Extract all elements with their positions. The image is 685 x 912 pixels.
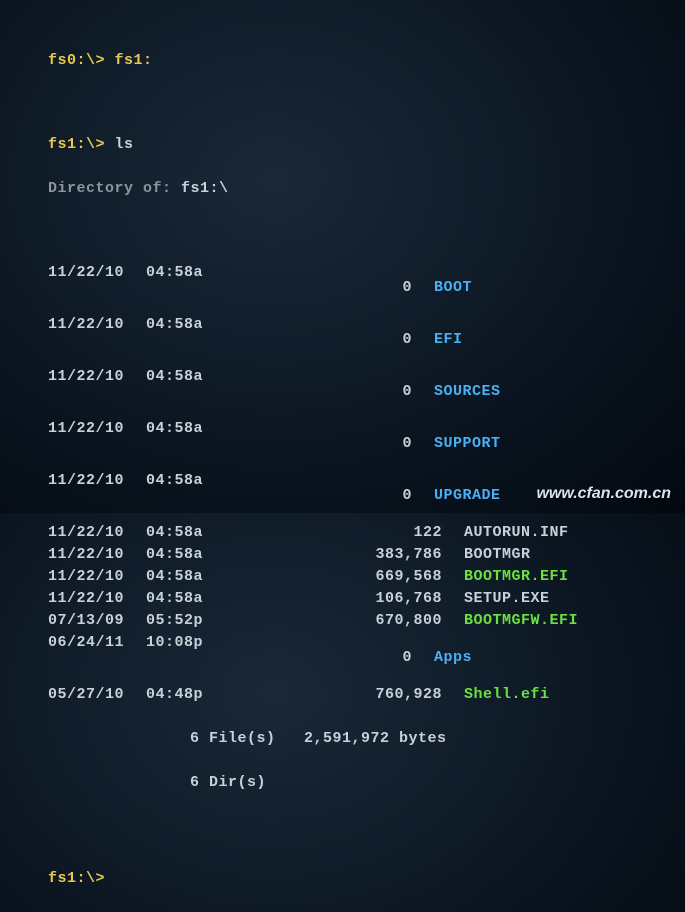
entry-time: 05:52p xyxy=(146,610,238,632)
entry-date: 11/22/10 xyxy=(48,544,146,566)
entry-size: 0 xyxy=(278,329,412,351)
list-item: 11/22/1004:58a0EFI xyxy=(48,314,685,366)
entry-time: 04:58a xyxy=(146,566,238,588)
list-item: 07/13/0905:52p 670,800 BOOTMGFW.EFI xyxy=(48,610,685,632)
entry-name: SETUP.EXE xyxy=(464,588,550,610)
entry-name: BOOTMGR xyxy=(464,544,531,566)
list-item: 11/22/1004:58a 669,568 BOOTMGR.EFI xyxy=(48,566,685,588)
entry-name: Shell.efi xyxy=(464,684,550,706)
entry-type: 0SUPPORT xyxy=(238,418,308,470)
entry-type: 0BOOT xyxy=(238,262,308,314)
prompt: fs0:\> xyxy=(48,52,105,69)
entry-date: 11/22/10 xyxy=(48,418,146,470)
entry-time: 04:58a xyxy=(146,418,238,470)
entry-type xyxy=(238,522,308,544)
entry-time: 04:58a xyxy=(146,470,238,522)
cmd-line-2: fs1:\> ls xyxy=(48,134,685,156)
entry-date: 06/24/11 xyxy=(48,632,146,684)
entry-type xyxy=(238,544,308,566)
cmd-line-1: fs0:\> fs1: xyxy=(48,50,685,72)
entry-time: 04:48p xyxy=(146,684,238,706)
entry-size: 106,768 xyxy=(308,588,442,610)
current-prompt[interactable]: fs1:\> xyxy=(48,868,685,890)
entry-size: 669,568 xyxy=(308,566,442,588)
entry-size: 122 xyxy=(308,522,442,544)
entry-name: BOOTMGFW.EFI xyxy=(464,610,578,632)
entry-date: 05/27/10 xyxy=(48,684,146,706)
entry-time: 04:58a xyxy=(146,262,238,314)
entry-time: 04:58a xyxy=(146,544,238,566)
entry-time: 04:58a xyxy=(146,522,238,544)
entry-date: 11/22/10 xyxy=(48,566,146,588)
entry-date: 11/22/10 xyxy=(48,314,146,366)
entry-name: SOURCES xyxy=(434,381,501,403)
entry-size: 760,928 xyxy=(308,684,442,706)
list-item: 11/22/1004:58a0SOURCES xyxy=(48,366,685,418)
entry-type xyxy=(238,610,308,632)
entry-size: 0 xyxy=(278,433,412,455)
entry-name: UPGRADE xyxy=(434,485,501,507)
entry-time: 04:58a xyxy=(146,588,238,610)
entry-name: EFI xyxy=(434,329,463,351)
entry-type: 0UPGRADE xyxy=(238,470,308,522)
entry-size: 670,800 xyxy=(308,610,442,632)
list-item: 11/22/1004:58a 383,786 BOOTMGR xyxy=(48,544,685,566)
entry-type: 0SOURCES xyxy=(238,366,308,418)
entry-size: 383,786 xyxy=(308,544,442,566)
entry-name: BOOTMGR.EFI xyxy=(464,566,569,588)
list-item: 06/24/1110:08p0Apps xyxy=(48,632,685,684)
entry-date: 11/22/10 xyxy=(48,470,146,522)
entry-size: 0 xyxy=(278,277,412,299)
entry-name: Apps xyxy=(434,647,472,669)
efi-shell-screen: fs0:\> fs1: fs1:\> ls Directory of: fs1:… xyxy=(0,0,685,912)
entry-type xyxy=(238,566,308,588)
summary-files: 6 File(s) 2,591,972 bytes xyxy=(48,728,685,750)
entry-type: 0Apps xyxy=(238,632,308,684)
entry-date: 11/22/10 xyxy=(48,366,146,418)
entry-type xyxy=(238,588,308,610)
entry-date: 11/22/10 xyxy=(48,262,146,314)
entry-type: 0EFI xyxy=(238,314,308,366)
watermark: www.cfan.com.cn xyxy=(536,485,671,503)
entry-date: 11/22/10 xyxy=(48,522,146,544)
entry-size: 0 xyxy=(278,485,412,507)
command: fs1: xyxy=(115,52,153,69)
list-item: 11/22/1004:58a0SUPPORT xyxy=(48,418,685,470)
list-item: 11/22/1004:58a 122 AUTORUN.INF xyxy=(48,522,685,544)
entry-time: 04:58a xyxy=(146,314,238,366)
entry-type xyxy=(238,684,308,706)
entry-size: 0 xyxy=(278,647,412,669)
directory-header: Directory of: fs1:\ xyxy=(48,178,685,200)
entry-name: AUTORUN.INF xyxy=(464,522,569,544)
entry-name: SUPPORT xyxy=(434,433,501,455)
entry-time: 04:58a xyxy=(146,366,238,418)
entry-date: 11/22/10 xyxy=(48,588,146,610)
list-item: 11/22/1004:58a 106,768 SETUP.EXE xyxy=(48,588,685,610)
list-item: 11/22/1004:58a0BOOT xyxy=(48,262,685,314)
file-listing: 11/22/1004:58a0BOOT 11/22/1004:58a0EFI 1… xyxy=(48,262,685,706)
summary-dirs: 6 Dir(s) xyxy=(48,772,685,794)
entry-time: 10:08p xyxy=(146,632,238,684)
command: ls xyxy=(115,136,134,153)
entry-name: BOOT xyxy=(434,277,472,299)
list-item: 05/27/1004:48p 760,928 Shell.efi xyxy=(48,684,685,706)
prompt: fs1:\> xyxy=(48,136,105,153)
entry-date: 07/13/09 xyxy=(48,610,146,632)
entry-size: 0 xyxy=(278,381,412,403)
